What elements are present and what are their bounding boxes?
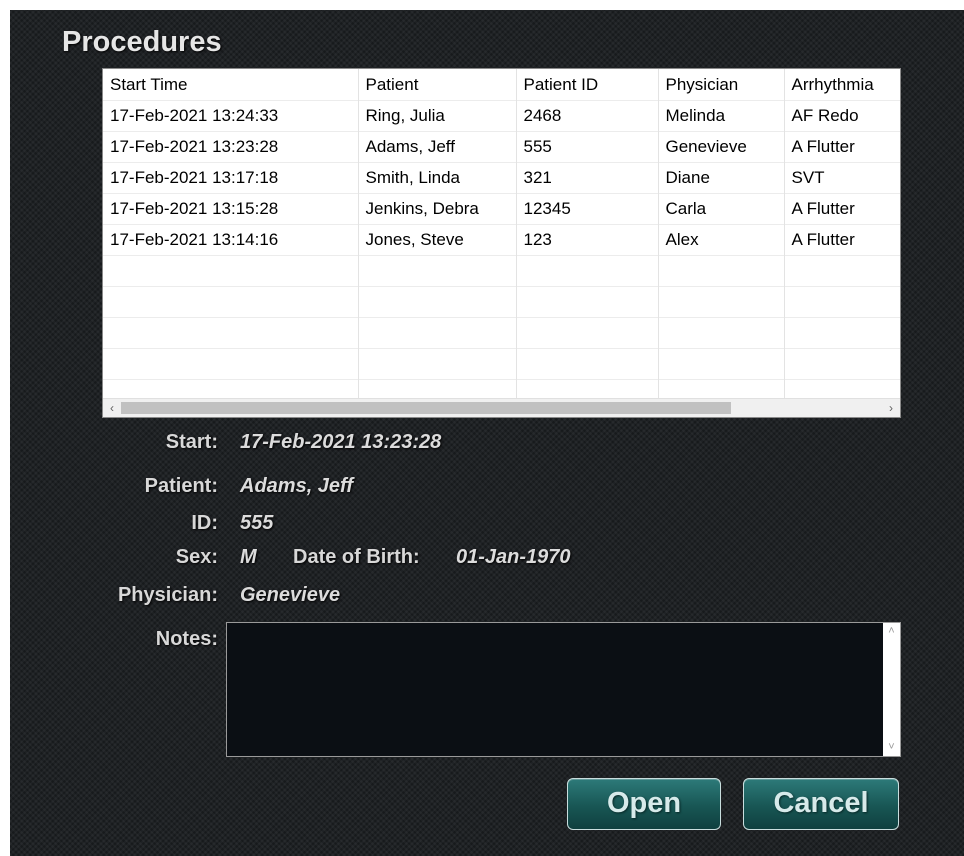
cell-patient: Smith, Linda <box>358 162 517 194</box>
empty-cell <box>358 255 517 287</box>
cell-start-time: 17-Feb-2021 13:15:28 <box>103 193 359 225</box>
empty-cell <box>516 348 659 380</box>
dob-value: 01-Jan-1970 <box>456 546 571 568</box>
cell-physician: Alex <box>658 224 785 256</box>
cell-start-time: 17-Feb-2021 13:17:18 <box>103 162 359 194</box>
empty-cell <box>103 348 359 380</box>
empty-cell <box>784 317 900 349</box>
empty-cell <box>784 286 900 318</box>
empty-cell <box>658 317 785 349</box>
table-row[interactable]: 17-Feb-2021 13:23:28 Adams, Jeff 555 Gen… <box>103 131 900 163</box>
cell-patient: Ring, Julia <box>358 100 517 132</box>
scroll-down-icon[interactable]: ˅ <box>883 739 900 756</box>
cell-physician: Carla <box>658 193 785 225</box>
patient-value: Adams, Jeff <box>240 475 354 497</box>
cell-patient: Jones, Steve <box>358 224 517 256</box>
patient-label: Patient: <box>144 475 218 497</box>
empty-cell <box>358 317 517 349</box>
cell-physician: Melinda <box>658 100 785 132</box>
cell-arrhythmia: SVT <box>784 162 900 194</box>
physician-label: Physician: <box>117 584 218 606</box>
cancel-button[interactable]: Cancel <box>743 778 899 830</box>
empty-cell <box>103 317 359 349</box>
table-header-row: Start Time Patient Patient ID Physician … <box>103 69 900 101</box>
horizontal-scrollbar[interactable]: ‹ › <box>103 398 900 417</box>
id-label: ID: <box>191 512 218 534</box>
empty-cell <box>784 255 900 287</box>
scrollbar-thumb[interactable] <box>121 402 731 414</box>
notes-vertical-scrollbar[interactable]: ˄ ˅ <box>883 623 900 756</box>
id-value: 555 <box>240 512 274 534</box>
cell-physician: Genevieve <box>658 131 785 163</box>
table-row[interactable]: 17-Feb-2021 13:17:18 Smith, Linda 321 Di… <box>103 162 900 194</box>
empty-cell <box>784 348 900 380</box>
cell-patient: Jenkins, Debra <box>358 193 517 225</box>
scroll-right-icon[interactable]: › <box>882 399 900 417</box>
cell-start-time: 17-Feb-2021 13:14:16 <box>103 224 359 256</box>
empty-cell <box>516 286 659 318</box>
sex-label: Sex: <box>175 546 218 568</box>
scroll-up-icon[interactable]: ˄ <box>883 623 900 640</box>
cell-patient-id: 123 <box>516 224 659 256</box>
column-header-patient[interactable]: Patient <box>358 69 517 101</box>
open-button[interactable]: Open <box>567 778 721 830</box>
cell-physician: Diane <box>658 162 785 194</box>
cell-start-time: 17-Feb-2021 13:23:28 <box>103 131 359 163</box>
cell-arrhythmia: A Flutter <box>784 131 900 163</box>
empty-cell <box>358 286 517 318</box>
table-row[interactable]: 17-Feb-2021 13:15:28 Jenkins, Debra 1234… <box>103 193 900 225</box>
cell-patient-id: 2468 <box>516 100 659 132</box>
table-row[interactable]: 17-Feb-2021 13:14:16 Jones, Steve 123 Al… <box>103 224 900 256</box>
cell-patient: Adams, Jeff <box>358 131 517 163</box>
column-header-arrhythmia[interactable]: Arrhythmia <box>784 69 900 101</box>
empty-cell <box>658 286 785 318</box>
dialog-title: Procedures <box>62 26 222 58</box>
empty-cell <box>103 255 359 287</box>
cell-arrhythmia: AF Redo <box>784 100 900 132</box>
empty-cell <box>358 348 517 380</box>
procedures-dialog: Procedures Start Time Patient Patient ID… <box>10 10 964 856</box>
start-label: Start: <box>165 431 218 453</box>
table-row-empty <box>103 255 900 287</box>
column-header-physician[interactable]: Physician <box>658 69 785 101</box>
notes-label: Notes: <box>155 628 218 650</box>
sex-value: M <box>240 546 257 568</box>
empty-cell <box>516 317 659 349</box>
empty-cell <box>516 255 659 287</box>
dob-label: Date of Birth: <box>293 546 420 568</box>
column-header-start-time[interactable]: Start Time <box>103 69 359 101</box>
procedures-table[interactable]: Start Time Patient Patient ID Physician … <box>102 68 901 418</box>
table-row-empty <box>103 317 900 349</box>
table-row[interactable]: 17-Feb-2021 13:24:33 Ring, Julia 2468 Me… <box>103 100 900 132</box>
notes-textarea[interactable]: ˄ ˅ <box>226 622 901 757</box>
table-row-empty <box>103 286 900 318</box>
table-row-empty <box>103 348 900 380</box>
cell-arrhythmia: A Flutter <box>784 193 900 225</box>
column-header-patient-id[interactable]: Patient ID <box>516 69 659 101</box>
cell-patient-id: 555 <box>516 131 659 163</box>
empty-cell <box>103 286 359 318</box>
cell-start-time: 17-Feb-2021 13:24:33 <box>103 100 359 132</box>
cell-arrhythmia: A Flutter <box>784 224 900 256</box>
physician-value: Genevieve <box>240 584 341 606</box>
cell-patient-id: 321 <box>516 162 659 194</box>
scroll-left-icon[interactable]: ‹ <box>103 399 121 417</box>
empty-cell <box>658 255 785 287</box>
empty-cell <box>658 348 785 380</box>
cell-patient-id: 12345 <box>516 193 659 225</box>
start-value: 17-Feb-2021 13:23:28 <box>240 431 442 453</box>
